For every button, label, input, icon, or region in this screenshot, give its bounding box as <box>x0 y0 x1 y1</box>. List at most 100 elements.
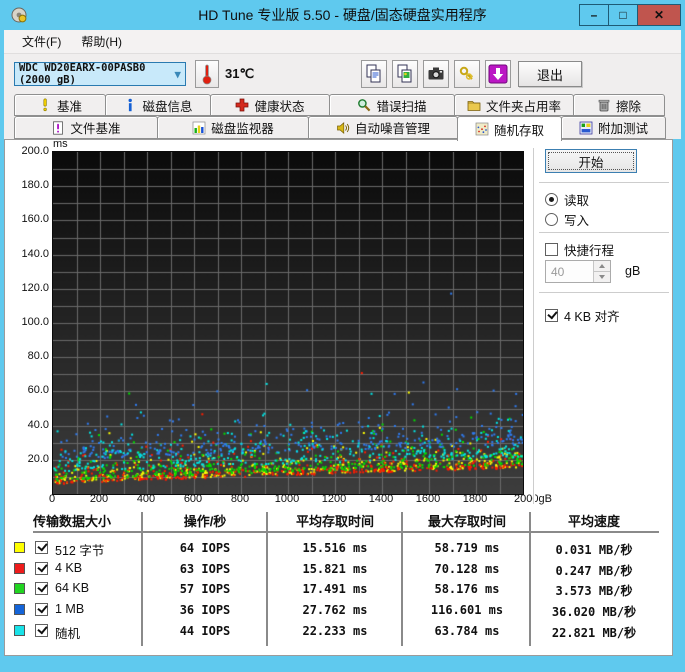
short-stroke-checkbox[interactable] <box>545 243 558 256</box>
capacity-value: 40 <box>551 265 565 279</box>
max-value: 58.719 ms <box>434 541 500 555</box>
capacity-unit-label: gB <box>625 264 641 278</box>
align-4kb-label: 4 KB 对齐 <box>564 310 620 324</box>
close-button[interactable]: ✕ <box>637 4 681 26</box>
tab-benchmark[interactable]: 基准 <box>14 94 106 116</box>
toolbar: WDC WD20EARX-00PASB0 (2000 gB) ▼ 31℃ 退出 <box>4 54 681 94</box>
screenshot-button[interactable] <box>423 60 449 88</box>
tab-strip: 基准 磁盘信息 健康状态 错误扫描 文件夹占用率 擦除 文件基准 磁盘监视器 自… <box>4 94 681 141</box>
speaker-icon <box>337 121 350 134</box>
short-stroke-row[interactable]: 快捷行程 <box>545 240 614 259</box>
tab-error-scan[interactable]: 错误扫描 <box>329 94 455 116</box>
series-checkbox[interactable] <box>35 603 48 616</box>
arrow-up-icon <box>599 264 605 268</box>
y-tick: 100.0 <box>21 316 49 328</box>
temperature-button[interactable] <box>195 60 219 88</box>
short-stroke-label: 快捷行程 <box>564 244 615 258</box>
copy-image-icon <box>397 64 412 83</box>
tab-health[interactable]: 健康状态 <box>210 94 330 116</box>
table-row: 1 MB 36 IOPS 27.762 ms 116.601 ms 36.020… <box>11 602 664 620</box>
series-color-swatch <box>14 542 25 553</box>
x-tick: 1800 <box>462 493 488 505</box>
write-radio-label: 写入 <box>564 214 590 228</box>
tab-file-benchmark[interactable]: 文件基准 <box>14 116 158 139</box>
y-tick: 60.0 <box>27 384 49 396</box>
col-header-ops: 操作/秒 <box>183 514 227 529</box>
tab-disk-monitor[interactable]: 磁盘监视器 <box>157 116 309 139</box>
arrow-down-icon <box>599 275 605 279</box>
series-checkbox[interactable] <box>35 562 48 575</box>
menu-help[interactable]: 帮助(H) <box>71 30 132 53</box>
drive-select[interactable]: WDC WD20EARX-00PASB0 (2000 gB) ▼ <box>14 62 186 86</box>
title-bar: HD Tune 专业版 5.50 - 硬盘/固态硬盘实用程序 – □ ✕ <box>4 0 681 30</box>
y-tick: 120.0 <box>21 282 49 294</box>
table-header-rule <box>33 531 659 533</box>
tab-aam[interactable]: 自动噪音管理 <box>308 116 458 139</box>
y-tick: 20.0 <box>27 453 49 465</box>
series-label: 4 KB <box>55 561 83 575</box>
align-4kb-row[interactable]: 4 KB 对齐 <box>545 306 620 325</box>
tab-random-access[interactable]: 随机存取 <box>457 116 562 141</box>
table-row: 4 KB 63 IOPS 15.821 ms 70.128 ms 0.247 M… <box>11 561 664 579</box>
tab-folder-usage[interactable]: 文件夹占用率 <box>454 94 574 116</box>
col-header-max: 最大存取时间 <box>427 514 506 529</box>
spin-down-button[interactable] <box>594 271 610 282</box>
col-header-size: 传输数据大小 <box>32 514 111 529</box>
read-radio-row[interactable]: 读取 <box>545 190 589 209</box>
series-checkbox[interactable] <box>35 624 48 637</box>
ops-value: 57 IOPS <box>179 582 231 596</box>
max-value: 70.128 ms <box>434 562 500 576</box>
file-benchmark-icon <box>53 120 64 135</box>
app-window: HD Tune 专业版 5.50 - 硬盘/固态硬盘实用程序 – □ ✕ 文件(… <box>0 0 685 672</box>
write-radio-row[interactable]: 写入 <box>545 210 589 229</box>
download-arrow-icon <box>488 64 508 84</box>
max-value: 63.784 ms <box>434 624 500 638</box>
maximize-button[interactable]: □ <box>608 4 638 26</box>
speed-value: 3.573 MB/秒 <box>555 584 633 598</box>
separator <box>539 292 669 294</box>
drive-select-value: WDC WD20EARX-00PASB0 (2000 gB) <box>19 62 146 86</box>
update-button[interactable] <box>485 60 511 88</box>
avg-value: 22.233 ms <box>302 624 368 638</box>
bar-chart-icon <box>192 121 206 134</box>
series-color-swatch <box>14 625 25 636</box>
options-button[interactable] <box>454 60 480 88</box>
minimize-button[interactable]: – <box>579 4 609 26</box>
max-value: 116.601 ms <box>430 603 504 617</box>
copy-image-button[interactable] <box>392 60 418 88</box>
series-checkbox[interactable] <box>35 541 48 554</box>
series-label: 64 KB <box>55 581 90 595</box>
read-radio[interactable] <box>545 193 558 206</box>
y-tick: 180.0 <box>21 179 49 191</box>
tab-extra-tests[interactable]: 附加测试 <box>561 116 666 139</box>
y-tick: 140.0 <box>21 248 49 260</box>
camera-icon <box>428 67 444 80</box>
thermometer-icon <box>202 64 212 85</box>
copy-text-button[interactable] <box>361 60 387 88</box>
spin-up-button[interactable] <box>594 261 610 271</box>
extra-tests-icon <box>579 121 593 134</box>
write-radio[interactable] <box>545 213 558 226</box>
temperature-value: 31℃ <box>225 66 255 81</box>
menu-file[interactable]: 文件(F) <box>12 30 71 53</box>
capacity-spinner[interactable]: 40 <box>545 260 611 283</box>
magnifier-icon <box>358 99 371 112</box>
series-checkbox[interactable] <box>35 582 48 595</box>
start-button[interactable]: 开始 <box>545 149 637 173</box>
table-row: 512 字节 64 IOPS 15.516 ms 58.719 ms 0.031… <box>11 540 664 558</box>
read-radio-label: 读取 <box>564 194 590 208</box>
series-color-swatch <box>14 563 25 574</box>
speed-value: 0.031 MB/秒 <box>555 543 633 557</box>
speed-value: 22.821 MB/秒 <box>551 626 637 640</box>
exit-button[interactable]: 退出 <box>518 61 582 87</box>
separator <box>539 182 669 184</box>
align-4kb-checkbox[interactable] <box>545 309 558 322</box>
table-row: 随机 44 IOPS 22.233 ms 63.784 ms 22.821 MB… <box>11 623 664 641</box>
avg-value: 15.516 ms <box>302 541 368 555</box>
y-tick: 160.0 <box>21 213 49 225</box>
random-access-page: ms 200.0 180.0 160.0 140.0 120.0 100.0 8… <box>4 138 673 656</box>
tab-disk-info[interactable]: 磁盘信息 <box>105 94 211 116</box>
series-label: 512 字节 <box>55 544 105 558</box>
panel-divider <box>533 148 535 504</box>
tab-erase[interactable]: 擦除 <box>573 94 665 116</box>
